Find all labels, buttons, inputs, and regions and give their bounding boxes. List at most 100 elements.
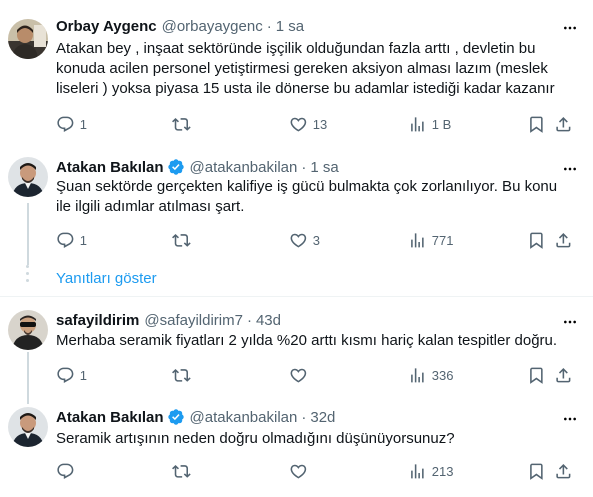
views-button[interactable]: 1 B — [408, 113, 451, 135]
bookmark-button[interactable] — [527, 229, 546, 251]
views-button[interactable]: 336 — [408, 364, 453, 386]
reply-count: 1 — [79, 367, 87, 383]
avatar-atakan[interactable] — [8, 157, 48, 197]
reply-count: 1 — [79, 232, 87, 248]
author-name[interactable]: Atakan Bakılan — [56, 159, 164, 176]
tweet-text: Merhaba seramik fiyatları 2 yılda %20 ar… — [56, 331, 576, 351]
views-count: 771 — [431, 232, 454, 248]
separator-dot: · — [246, 311, 252, 329]
views-icon — [408, 366, 427, 385]
bookmark-icon — [527, 366, 546, 385]
like-button[interactable] — [289, 460, 313, 482]
author-name[interactable]: Atakan Bakılan — [56, 409, 164, 426]
tweet-text-line: liseleri ) yoksa piyasa 15 usta ile döne… — [56, 80, 555, 97]
more-icon[interactable] — [560, 20, 580, 36]
like-count: 3 — [312, 232, 320, 248]
avatar-orbay[interactable] — [8, 19, 48, 59]
share-button[interactable] — [554, 229, 573, 251]
share-button[interactable] — [554, 113, 573, 135]
tweet-actions: 1 336 — [52, 364, 579, 386]
avatar-safayildirim[interactable] — [8, 310, 48, 350]
more-icon[interactable] — [560, 161, 580, 177]
share-icon — [554, 366, 573, 385]
reply-icon — [56, 366, 75, 385]
retweet-button[interactable] — [172, 364, 196, 386]
separator-dot: · — [266, 17, 272, 35]
author-handle[interactable]: @atakanbakilan — [190, 409, 298, 426]
tweet-atakan-1[interactable]: Atakan Bakılan @atakanbakilan · 1 sa Şua… — [0, 157, 593, 257]
reply-icon — [56, 115, 75, 134]
share-icon — [554, 231, 573, 250]
like-button[interactable] — [289, 364, 313, 386]
bookmark-icon — [527, 231, 546, 250]
thread-dots — [26, 265, 30, 286]
like-icon — [289, 462, 308, 481]
author-handle[interactable]: @orbayaygenc — [162, 18, 263, 35]
views-count: 213 — [431, 463, 454, 479]
bookmark-button[interactable] — [527, 460, 546, 482]
reply-button[interactable] — [56, 460, 80, 482]
like-icon — [289, 115, 308, 134]
more-icon[interactable] — [560, 411, 580, 427]
tweet-header: safayildirim @safayildirim7 · 43d — [56, 310, 281, 330]
bookmark-button[interactable] — [527, 364, 546, 386]
retweet-button[interactable] — [172, 113, 196, 135]
avatar-atakan[interactable] — [8, 407, 48, 447]
separator-dot: · — [301, 408, 307, 426]
reply-button[interactable]: 1 — [56, 113, 87, 135]
bookmark-button[interactable] — [527, 113, 546, 135]
tweet-text: Seramik artışının neden doğru olmadığını… — [56, 429, 576, 449]
share-icon — [554, 462, 573, 481]
tweet-header: Atakan Bakılan @atakanbakilan · 32d — [56, 407, 335, 427]
tweet-text-line: ile ilgili adımlar atılması şart. — [56, 198, 245, 215]
tweet-text: Atakan bey , inşaat sektöründe işçilik o… — [56, 39, 576, 99]
like-icon — [289, 231, 308, 250]
more-icon[interactable] — [560, 314, 580, 330]
retweet-icon — [172, 115, 191, 134]
tweet-text-line: Atakan bey , inşaat sektöründe işçilik o… — [56, 40, 536, 57]
tweet-actions: 1 3 771 — [52, 229, 579, 251]
bookmark-icon — [527, 462, 546, 481]
tweet-text-line: Şuan sektörde gerçekten kalifiye iş gücü… — [56, 178, 558, 195]
share-button[interactable] — [554, 364, 573, 386]
retweet-button[interactable] — [172, 229, 196, 251]
like-count: 13 — [312, 116, 328, 132]
tweet-actions: 213 — [52, 460, 579, 482]
timestamp[interactable]: 32d — [310, 409, 335, 426]
timestamp[interactable]: 1 sa — [310, 159, 338, 176]
author-handle[interactable]: @atakanbakilan — [190, 159, 298, 176]
tweet-orbay[interactable]: Orbay Aygenc @orbayaygenc · 1 sa Atakan … — [0, 16, 593, 140]
show-replies-link[interactable]: Yanıtları göster — [56, 270, 157, 287]
tweet-safayildirim[interactable]: safayildirim @safayildirim7 · 43d Merhab… — [0, 310, 593, 396]
timestamp[interactable]: 1 sa — [276, 18, 304, 35]
divider — [0, 296, 593, 297]
tweet-text: Şuan sektörde gerçekten kalifiye iş gücü… — [56, 177, 576, 217]
tweet-actions: 1 13 1 B — [52, 113, 579, 135]
author-handle[interactable]: @safayildirim7 — [144, 312, 243, 329]
bookmark-icon — [527, 115, 546, 134]
views-icon — [408, 115, 427, 134]
reply-button[interactable]: 1 — [56, 364, 87, 386]
retweet-icon — [172, 462, 191, 481]
views-count: 1 B — [431, 116, 452, 132]
like-icon — [289, 366, 308, 385]
tweet-header: Orbay Aygenc @orbayaygenc · 1 sa — [56, 16, 304, 36]
reply-icon — [56, 231, 75, 250]
reply-button[interactable]: 1 — [56, 229, 87, 251]
like-button[interactable]: 13 — [289, 113, 327, 135]
tweet-atakan-2[interactable]: Atakan Bakılan @atakanbakilan · 32d Sera… — [0, 407, 593, 493]
timestamp[interactable]: 43d — [256, 312, 281, 329]
retweet-icon — [172, 231, 191, 250]
like-button[interactable]: 3 — [289, 229, 320, 251]
share-button[interactable] — [554, 460, 573, 482]
verified-badge-icon — [167, 409, 184, 425]
views-icon — [408, 462, 427, 481]
tweet-text-line: Seramik artışının neden doğru olmadığını… — [56, 430, 455, 447]
views-count: 336 — [431, 367, 454, 383]
author-name[interactable]: safayildirim — [56, 312, 139, 329]
views-button[interactable]: 213 — [408, 460, 453, 482]
views-icon — [408, 231, 427, 250]
author-name[interactable]: Orbay Aygenc — [56, 18, 157, 35]
retweet-button[interactable] — [172, 460, 196, 482]
views-button[interactable]: 771 — [408, 229, 453, 251]
